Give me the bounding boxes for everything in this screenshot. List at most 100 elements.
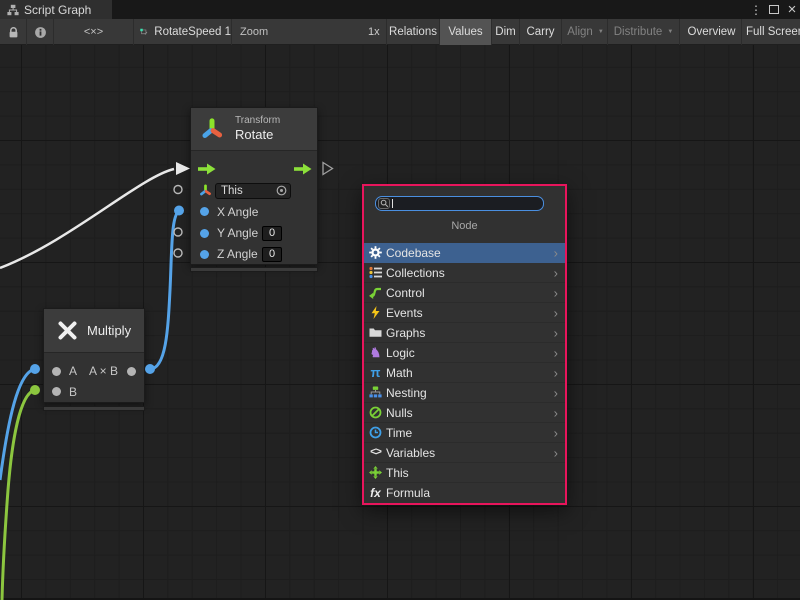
z-angle-label: Z Angle: [217, 247, 258, 261]
finder-item-control[interactable]: Control ›: [364, 283, 565, 303]
x-angle-port[interactable]: [200, 207, 209, 216]
this-field-value: This: [221, 185, 243, 197]
align-label: Align: [567, 26, 593, 38]
carry-toggle[interactable]: Carry: [520, 19, 562, 45]
y-angle-port[interactable]: [200, 229, 209, 238]
zoom-label: Zoom: [240, 19, 268, 45]
code-view-button[interactable]: <×>: [54, 19, 134, 45]
item-label: Events: [386, 306, 423, 320]
finder-item-math[interactable]: π Math ›: [364, 363, 565, 383]
node-multiply[interactable]: Multiply A A × B B: [43, 308, 145, 403]
pi-icon: π: [369, 366, 382, 379]
multiply-a-row: A A × B: [44, 361, 144, 381]
z-angle-value-field[interactable]: 0: [262, 247, 282, 262]
y-angle-edge-port[interactable]: [174, 228, 182, 236]
clock-icon: [369, 426, 382, 439]
item-label: Control: [386, 286, 425, 300]
tab-script-graph[interactable]: Script Graph: [0, 0, 112, 19]
result-output-port[interactable]: [127, 367, 136, 376]
chevron-right-icon: ›: [554, 386, 558, 399]
node-category: Transform: [235, 115, 280, 128]
align-dropdown[interactable]: Align ▼: [564, 19, 608, 45]
a-wire-endpoint[interactable]: [30, 364, 40, 374]
finder-item-nesting[interactable]: Nesting ›: [364, 383, 565, 403]
finder-item-formula[interactable]: fx Formula: [364, 483, 565, 503]
overview-button[interactable]: Overview: [682, 19, 742, 45]
control-input-arrow-icon[interactable]: [198, 163, 216, 175]
overview-label: Overview: [688, 26, 736, 38]
a-input-port[interactable]: [52, 367, 61, 376]
info-button[interactable]: [27, 19, 54, 45]
multiply-out-endpoint[interactable]: [145, 364, 155, 374]
finder-item-graphs[interactable]: Graphs ›: [364, 323, 565, 343]
node-title: Rotate: [235, 127, 280, 143]
graph-canvas[interactable]: Transform Rotate: [0, 45, 800, 600]
a-input-wire[interactable]: [0, 369, 35, 480]
info-icon: [34, 26, 47, 39]
finder-list: Codebase › Collections ›: [364, 243, 565, 503]
control-flow-row: [191, 158, 317, 179]
chevron-right-icon: ›: [554, 426, 558, 439]
control-output-edge-port[interactable]: [323, 163, 333, 175]
lightning-icon: [369, 306, 382, 319]
a-times-b-label: A × B: [89, 364, 118, 378]
close-button[interactable]: ×: [784, 0, 800, 19]
multiply-b-row: B: [44, 382, 144, 402]
finder-item-nulls[interactable]: Nulls ›: [364, 403, 565, 423]
chevron-right-icon: ›: [554, 306, 558, 319]
multiply-node-header[interactable]: Multiply: [44, 309, 144, 353]
graph-breadcrumb-button[interactable]: RotateSpeed 1: [134, 19, 232, 45]
control-flow-icon: [369, 286, 382, 299]
search-box[interactable]: [375, 196, 544, 211]
item-label: Nesting: [386, 386, 427, 400]
graph-name: RotateSpeed 1: [154, 26, 231, 38]
values-toggle[interactable]: Values: [440, 19, 492, 45]
y-angle-row: Y Angle 0: [191, 223, 317, 244]
chevron-right-icon: ›: [554, 366, 558, 379]
b-label: B: [69, 385, 77, 399]
multiply-to-x-angle-wire[interactable]: [150, 211, 180, 370]
object-picker-icon[interactable]: [276, 185, 287, 196]
item-label: Graphs: [386, 326, 425, 340]
distribute-dropdown[interactable]: Distribute ▼: [608, 19, 680, 45]
finder-item-this[interactable]: This: [364, 463, 565, 483]
carry-label: Carry: [526, 26, 554, 38]
finder-item-variables[interactable]: <> Variables ›: [364, 443, 565, 463]
folder-icon: [369, 326, 382, 339]
control-output-arrow-icon[interactable]: [294, 163, 312, 175]
node-title: Multiply: [87, 323, 131, 338]
b-wire-endpoint[interactable]: [30, 385, 40, 395]
relations-toggle[interactable]: Relations: [386, 19, 440, 45]
window-menu-button[interactable]: ⋮: [749, 0, 763, 19]
chevron-right-icon: ›: [554, 286, 558, 299]
multiply-node-footer: [43, 406, 145, 411]
maximize-icon: [769, 5, 779, 14]
finder-item-logic[interactable]: ♞ Logic ›: [364, 343, 565, 363]
search-icon: [378, 198, 390, 209]
node-transform-rotate[interactable]: Transform Rotate: [190, 107, 318, 265]
rotate-node-header[interactable]: Transform Rotate: [191, 108, 317, 151]
script-graph-window: Script Graph ⋮ × <×>: [0, 0, 800, 600]
finder-header: Node: [364, 220, 565, 232]
finder-item-time[interactable]: Time ›: [364, 423, 565, 443]
finder-item-collections[interactable]: Collections ›: [364, 263, 565, 283]
item-label: Codebase: [386, 246, 441, 260]
z-angle-edge-port[interactable]: [174, 249, 182, 257]
finder-item-events[interactable]: Events ›: [364, 303, 565, 323]
this-edge-port[interactable]: [174, 186, 182, 194]
z-angle-port[interactable]: [200, 250, 209, 259]
control-wire[interactable]: [0, 169, 174, 268]
b-input-port[interactable]: [52, 387, 61, 396]
dim-toggle[interactable]: Dim: [492, 19, 520, 45]
y-angle-value-field[interactable]: 0: [262, 226, 282, 241]
distribute-label: Distribute: [614, 26, 663, 38]
this-object-field[interactable]: This: [215, 183, 291, 199]
graph-asset-icon: [140, 26, 148, 38]
maximize-button[interactable]: [766, 0, 782, 19]
finder-item-codebase[interactable]: Codebase ›: [364, 243, 565, 263]
lock-button[interactable]: [0, 19, 27, 45]
fullscreen-button[interactable]: Full Screen: [742, 19, 800, 45]
x-angle-edge-port-connected[interactable]: [174, 206, 184, 216]
b-input-wire[interactable]: [2, 390, 35, 600]
search-input[interactable]: [393, 197, 543, 210]
